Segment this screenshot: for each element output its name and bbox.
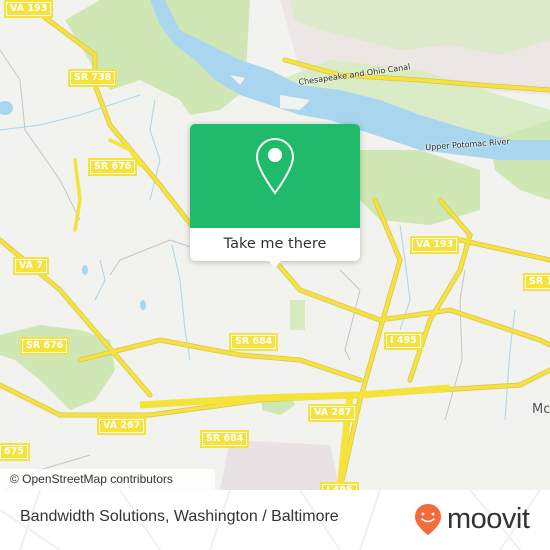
footer: Bandwidth Solutions, Washington / Baltim… — [0, 490, 550, 550]
road-shield-va-267: VA 267 — [308, 404, 358, 422]
park-area — [290, 300, 305, 330]
road-shield-sr-676: SR 676 — [88, 158, 138, 176]
moovit-logo[interactable]: moovit — [413, 502, 530, 536]
moovit-smile-pin-icon — [415, 504, 441, 535]
take-me-there-button[interactable]: Take me there — [190, 228, 360, 261]
road-shield-sr-676: SR 676 — [20, 337, 70, 355]
pond — [140, 300, 146, 310]
road-shield-sr-684: SR 684 — [200, 430, 250, 448]
road-shield-va-7: VA 7 — [13, 257, 49, 275]
moovit-wordmark: moovit — [447, 503, 530, 535]
road-shield-va-193: VA 193 — [4, 0, 54, 18]
road-shield-i-495: I 495 — [320, 482, 359, 490]
road-shield-675: 675 — [0, 443, 30, 461]
road-shield-va-267: VA 267 — [97, 417, 147, 435]
location-title: Bandwidth Solutions, Washington / Baltim… — [20, 508, 339, 525]
location-popup: Take me there — [190, 124, 360, 268]
osm-attribution-link[interactable]: © OpenStreetMap contributors — [0, 469, 215, 490]
location-pin-icon — [255, 137, 295, 195]
map-view[interactable]: VA 193 SR 738 SR 676 VA 7 SR 676 SR 684 … — [0, 0, 550, 490]
park-area — [360, 150, 480, 225]
place-label-mclean: Mc — [532, 402, 550, 417]
road-shield-sr-738: SR 738 — [68, 69, 118, 87]
popup-header — [190, 124, 360, 228]
road-shield-va-193: VA 193 — [410, 236, 460, 254]
road-shield-sr: SR 1 — [523, 273, 550, 291]
road-shield-i-495: I 495 — [384, 332, 423, 350]
pond — [82, 265, 88, 275]
pond — [0, 101, 13, 115]
road-shield-sr-684: SR 684 — [229, 333, 279, 351]
popup-pointer — [267, 259, 283, 268]
